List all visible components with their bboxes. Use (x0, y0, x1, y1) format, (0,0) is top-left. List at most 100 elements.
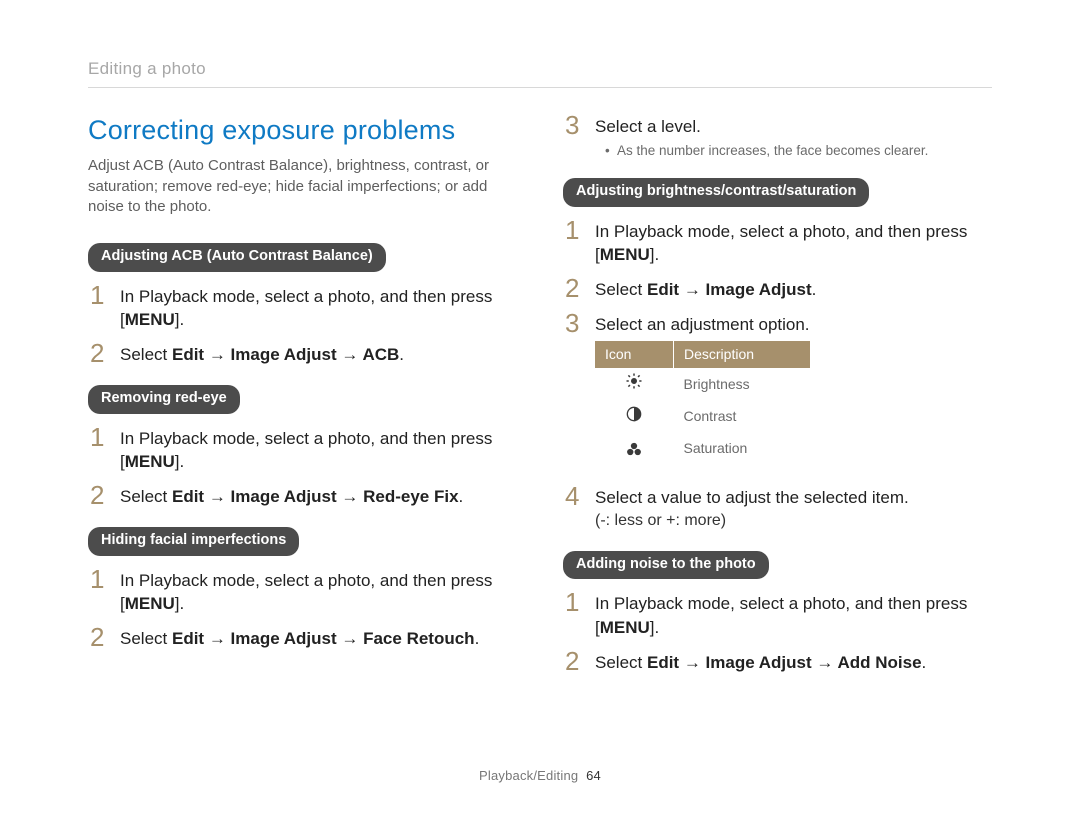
step-1: 1 In Playback mode, select a photo, and … (88, 566, 517, 617)
menu-button-label: MENU (125, 594, 175, 613)
step-number: 1 (90, 424, 108, 450)
page-footer: Playback/Editing 64 (88, 767, 992, 785)
subheading-acb: Adjusting ACB (Auto Contrast Balance) (88, 243, 386, 272)
step-number: 1 (565, 217, 583, 243)
step-text: In Playback mode, select a photo, and th… (120, 282, 517, 333)
table-row: Saturation (595, 433, 810, 465)
contrast-icon-svg (626, 406, 642, 422)
saturation-icon (595, 433, 674, 465)
menu-button-label: MENU (125, 310, 175, 329)
step-1: 1 In Playback mode, select a photo, and … (563, 589, 992, 640)
bracket-close: ] (650, 618, 655, 637)
step-4: 4 Select a value to adjust the selected … (563, 483, 992, 533)
saturation-icon-svg (625, 441, 643, 457)
step-number: 1 (90, 282, 108, 308)
nav-path: Edit → Image Adjust (647, 280, 812, 299)
step-text-line-2: (-: less or +: more) (595, 510, 909, 532)
nav-path: Edit → Image Adjust → ACB (172, 345, 399, 364)
steps-bcs: 1 In Playback mode, select a photo, and … (563, 217, 992, 533)
steps-acb: 1 In Playback mode, select a photo, and … (88, 282, 517, 367)
step-text: Select a value to adjust the selected it… (595, 483, 909, 533)
step-number: 3 (565, 310, 583, 336)
step-number: 1 (565, 589, 583, 615)
table-row: Brightness (595, 368, 810, 401)
bracket-close: ] (175, 310, 180, 329)
subheading-redeye: Removing red-eye (88, 385, 240, 414)
subheading-noise: Adding noise to the photo (563, 551, 769, 580)
step-text: In Playback mode, select a photo, and th… (595, 217, 992, 268)
step-1: 1 In Playback mode, select a photo, and … (88, 424, 517, 475)
step-2: 2 Select Edit → Image Adjust → Red-eye F… (88, 482, 517, 509)
step-3: 3 Select a level. As the number increase… (563, 112, 992, 160)
brightness-icon (595, 368, 674, 401)
two-column-layout: Correcting exposure problems Adjust ACB … (88, 106, 992, 762)
table-header-row: Icon Description (595, 341, 810, 369)
step-2: 2 Select Edit → Image Adjust. (563, 275, 992, 302)
bullet-item: As the number increases, the face become… (617, 142, 928, 160)
step-1: 1 In Playback mode, select a photo, and … (88, 282, 517, 333)
steps-redeye: 1 In Playback mode, select a photo, and … (88, 424, 517, 509)
table-header-desc: Description (674, 341, 810, 369)
left-column: Correcting exposure problems Adjust ACB … (88, 106, 517, 762)
step-number: 2 (565, 648, 583, 674)
step-number: 1 (90, 566, 108, 592)
nav-path: Edit → Image Adjust → Red-eye Fix (172, 487, 459, 506)
steps-noise: 1 In Playback mode, select a photo, and … (563, 589, 992, 674)
menu-button-label: MENU (125, 452, 175, 471)
step-number: 4 (565, 483, 583, 509)
saturation-label: Saturation (674, 433, 810, 465)
subheading-face: Hiding facial imperfections (88, 527, 299, 556)
step-prefix: Select (595, 280, 647, 299)
step-text: Select a level. As the number increases,… (595, 112, 928, 160)
step-text-line: In Playback mode, select a photo, and th… (595, 594, 967, 613)
step-prefix: Select (595, 653, 647, 672)
table-row: Contrast (595, 401, 810, 433)
step-number: 2 (90, 482, 108, 508)
step-text-line: In Playback mode, select a photo, and th… (120, 571, 492, 590)
step-text: In Playback mode, select a photo, and th… (595, 589, 992, 640)
brightness-label: Brightness (674, 368, 810, 401)
step-number: 2 (90, 340, 108, 366)
step-text-line: In Playback mode, select a photo, and th… (595, 222, 967, 241)
step-text-line: Select a value to adjust the selected it… (595, 488, 909, 507)
bracket-close: ] (175, 452, 180, 471)
contrast-icon (595, 401, 674, 433)
footer-page-number: 64 (586, 768, 601, 783)
step-text: In Playback mode, select a photo, and th… (120, 424, 517, 475)
step-number: 2 (90, 624, 108, 650)
step-text: Select Edit → Image Adjust → Face Retouc… (120, 624, 479, 651)
step-text: Select Edit → Image Adjust. (595, 275, 816, 302)
step-text-line: Select a level. (595, 117, 701, 136)
manual-page: Editing a photo Correcting exposure prob… (0, 0, 1080, 815)
menu-button-label: MENU (600, 245, 650, 264)
step-text-line: In Playback mode, select a photo, and th… (120, 429, 492, 448)
menu-button-label: MENU (600, 618, 650, 637)
nav-path: Edit → Image Adjust → Add Noise (647, 653, 922, 672)
nav-path: Edit → Image Adjust → Face Retouch (172, 629, 475, 648)
step-prefix: Select (120, 345, 172, 364)
adjustment-table: Icon Description Brightness (595, 341, 810, 465)
step-3: 3 Select an adjustment option. Icon Desc… (563, 310, 992, 475)
bracket-close: ] (175, 594, 180, 613)
page-header: Editing a photo (88, 58, 992, 88)
right-column: 3 Select a level. As the number increase… (563, 106, 992, 762)
step-text: Select Edit → Image Adjust → Add Noise. (595, 648, 926, 675)
step-text-line: Select an adjustment option. (595, 315, 810, 334)
section-title: Correcting exposure problems (88, 112, 517, 148)
step-prefix: Select (120, 487, 172, 506)
footer-section-label: Playback/Editing (479, 768, 578, 783)
step-prefix: Select (120, 629, 172, 648)
steps-face: 1 In Playback mode, select a photo, and … (88, 566, 517, 651)
brightness-icon-svg (625, 372, 643, 390)
table-header-icon: Icon (595, 341, 674, 369)
step-text-line: In Playback mode, select a photo, and th… (120, 287, 492, 306)
step-2: 2 Select Edit → Image Adjust → Add Noise… (563, 648, 992, 675)
bracket-close: ] (650, 245, 655, 264)
steps-face-cont: 3 Select a level. As the number increase… (563, 112, 992, 160)
subheading-bcs: Adjusting brightness/contrast/saturation (563, 178, 869, 207)
step-text: Select Edit → Image Adjust → Red-eye Fix… (120, 482, 463, 509)
step-2: 2 Select Edit → Image Adjust → Face Reto… (88, 624, 517, 651)
intro-text: Adjust ACB (Auto Contrast Balance), brig… (88, 156, 517, 217)
step-1: 1 In Playback mode, select a photo, and … (563, 217, 992, 268)
contrast-label: Contrast (674, 401, 810, 433)
